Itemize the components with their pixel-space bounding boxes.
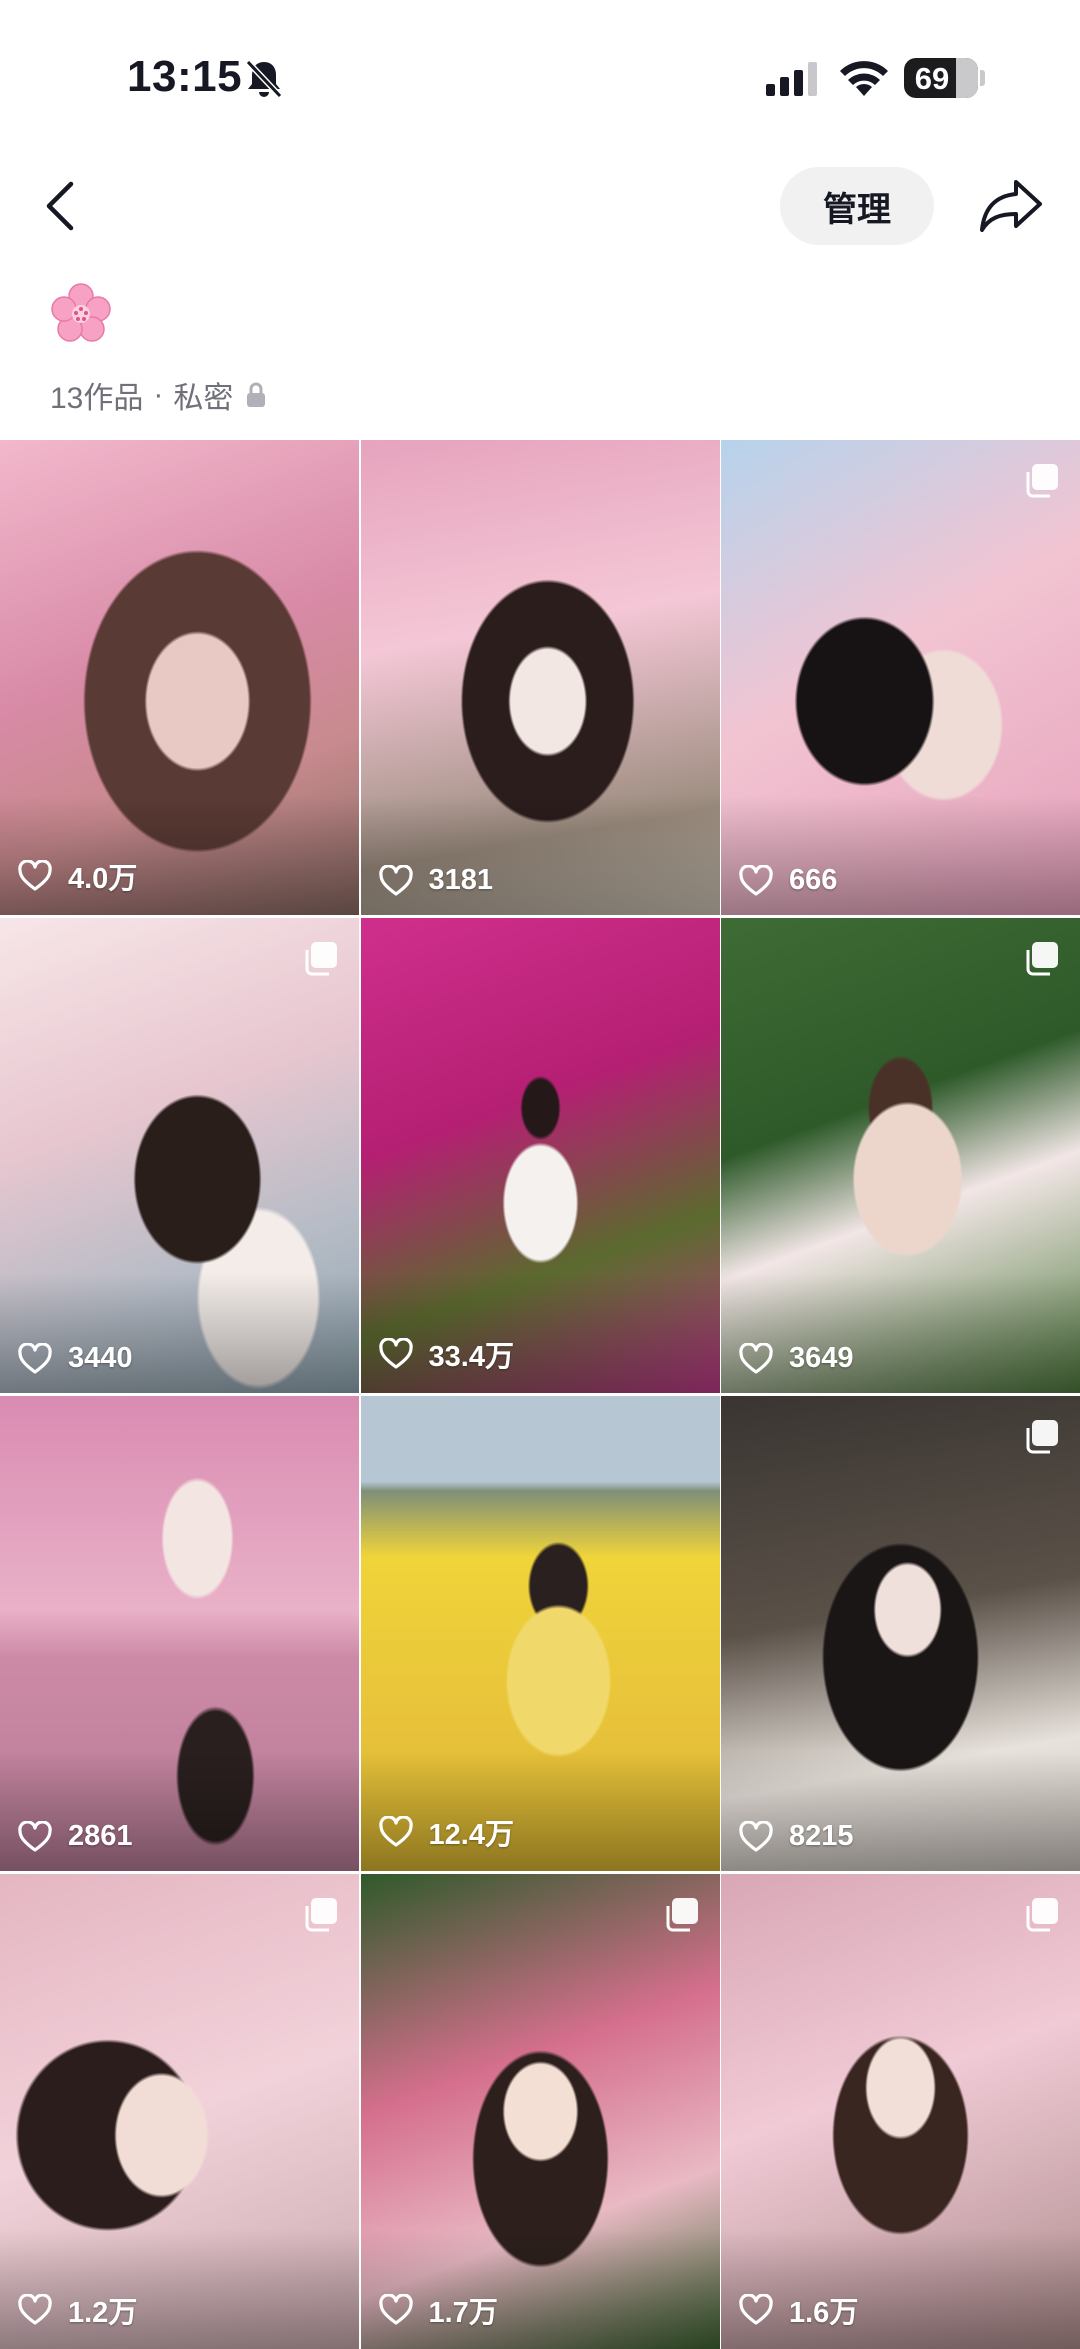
video-tile[interactable]: 4.0万 xyxy=(0,440,359,915)
like-count: 1.6万 xyxy=(739,2289,858,2331)
battery-icon: 69 xyxy=(904,58,978,98)
lock-icon xyxy=(247,382,266,407)
heart-icon xyxy=(739,2294,773,2325)
cellular-signal-icon xyxy=(766,62,817,96)
heart-icon xyxy=(378,2294,413,2325)
like-count: 3649 xyxy=(739,1342,854,1375)
heart-icon xyxy=(378,1816,413,1847)
like-count: 3181 xyxy=(378,864,493,897)
manage-button[interactable]: 管理 xyxy=(780,167,934,245)
bell-off-icon xyxy=(245,59,283,99)
multi-image-icon xyxy=(305,1898,337,1932)
wifi-icon xyxy=(840,61,888,96)
like-count: 8215 xyxy=(739,1820,854,1853)
video-tile[interactable]: 1.2万 xyxy=(0,1874,359,2349)
video-tile[interactable]: 8215 xyxy=(721,1396,1080,1871)
video-grid: 4.0万 3181 666 3440 33.4万 3649 2861 12.4万… xyxy=(0,440,1080,2349)
video-tile[interactable]: 1.7万 xyxy=(360,1874,720,2349)
back-button[interactable] xyxy=(30,172,90,240)
like-count: 2861 xyxy=(18,1820,133,1853)
video-tile[interactable]: 12.4万 xyxy=(360,1396,720,1871)
video-tile[interactable]: 3181 xyxy=(360,440,720,915)
work-count: 13作品 xyxy=(50,382,144,415)
video-tile[interactable]: 666 xyxy=(721,440,1080,915)
heart-icon xyxy=(378,864,413,896)
heart-icon xyxy=(378,1338,413,1369)
heart-icon xyxy=(18,1342,52,1374)
meta-separator: · xyxy=(153,378,164,411)
battery-level: 69 xyxy=(914,61,950,96)
heart-icon xyxy=(739,1342,773,1374)
chevron-left-icon xyxy=(46,181,74,231)
multi-image-icon xyxy=(1026,1420,1058,1454)
status-time: 13:15 xyxy=(127,52,243,101)
heart-icon xyxy=(18,1820,52,1852)
like-count: 3440 xyxy=(18,1342,133,1375)
like-count: 1.2万 xyxy=(18,2289,137,2331)
video-tile[interactable]: 3649 xyxy=(721,918,1080,1393)
like-count: 1.7万 xyxy=(378,2289,498,2331)
video-tile[interactable]: 2861 xyxy=(0,1396,359,1871)
like-count: 666 xyxy=(739,864,837,897)
multi-image-icon xyxy=(666,1898,698,1932)
like-count: 4.0万 xyxy=(18,855,137,897)
video-tile[interactable]: 1.6万 xyxy=(721,1874,1080,2349)
heart-icon xyxy=(739,1820,773,1852)
video-tile[interactable]: 3440 xyxy=(0,918,359,1393)
like-count: 12.4万 xyxy=(378,1811,514,1853)
heart-icon xyxy=(739,864,773,896)
multi-image-icon xyxy=(305,942,337,976)
multi-image-icon xyxy=(1026,1898,1058,1932)
video-tile[interactable]: 33.4万 xyxy=(360,918,720,1393)
multi-image-icon xyxy=(1026,464,1058,498)
heart-icon xyxy=(18,2294,52,2325)
share-icon[interactable] xyxy=(978,176,1044,236)
battery-cap xyxy=(980,70,985,86)
cherry-blossom-icon xyxy=(51,283,111,342)
status-bar: 13:15 69 xyxy=(0,0,1080,150)
heart-icon xyxy=(18,860,52,891)
collection-meta: 13作品 · 私密 xyxy=(50,373,267,417)
multi-image-icon xyxy=(1026,942,1058,976)
like-count: 33.4万 xyxy=(378,1333,514,1375)
privacy-label: 私密 xyxy=(173,382,234,415)
